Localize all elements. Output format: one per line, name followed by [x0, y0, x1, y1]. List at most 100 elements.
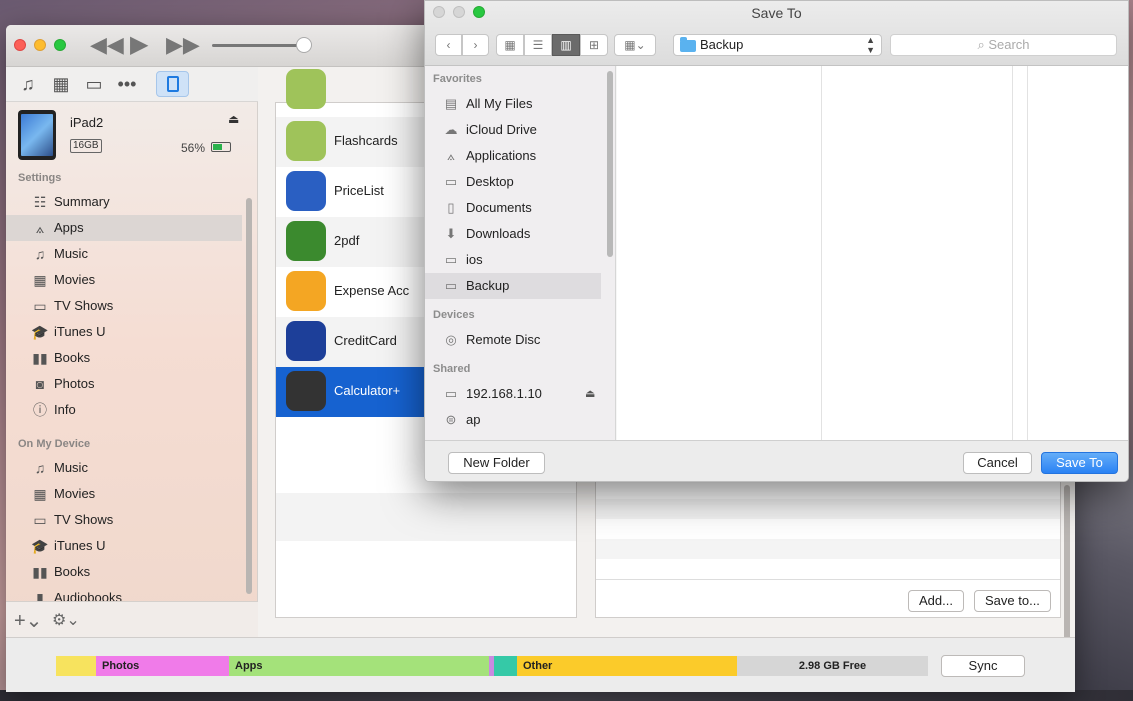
- new-folder-button[interactable]: New Folder: [448, 452, 545, 474]
- rewind-icon[interactable]: ◀◀: [90, 34, 124, 56]
- on-my-device-header: On My Device: [18, 438, 91, 450]
- volume-slider[interactable]: [212, 44, 304, 47]
- tv-icon: ▭: [33, 512, 47, 528]
- main-scrollbar[interactable]: [1064, 485, 1070, 655]
- save-to-button[interactable]: Save to...: [974, 590, 1051, 612]
- sidebar-item-label: Movies: [54, 272, 96, 287]
- sidebar-item-photos[interactable]: ◙ Photos: [6, 371, 242, 397]
- movies-icon[interactable]: ▦: [51, 74, 71, 94]
- play-icon[interactable]: ▶: [130, 33, 148, 57]
- column-view-icon[interactable]: ▥: [552, 34, 580, 56]
- app-name: 2pdf: [334, 233, 360, 248]
- storage-segment: Photos: [96, 656, 229, 676]
- dialog-sidebar-item-icloud-drive[interactable]: ☁ iCloud Drive: [425, 117, 601, 143]
- sync-button[interactable]: Sync: [941, 655, 1025, 677]
- folder-icon: ▭: [444, 278, 458, 293]
- sidebar-item-books[interactable]: ▮▮ Books: [6, 345, 242, 371]
- sidebar-item-itunes-u[interactable]: 🎓 iTunes U: [6, 319, 242, 345]
- eject-icon[interactable]: ⏏: [228, 112, 239, 126]
- volume-knob[interactable]: [296, 37, 312, 53]
- more-icon[interactable]: •••: [117, 74, 137, 94]
- search-field[interactable]: ⌕ Search: [890, 34, 1117, 56]
- dialog-sidebar-item-backup[interactable]: ▭ Backup: [425, 273, 601, 299]
- device-item-music[interactable]: ♫ Music: [6, 455, 242, 481]
- icon-view-icon[interactable]: ▦: [496, 34, 524, 56]
- movies-icon: ▦: [33, 486, 47, 502]
- sidebar-item-music[interactable]: ♫ Music: [6, 241, 242, 267]
- arrange-icon[interactable]: ▦⌄: [614, 34, 656, 56]
- sidebar-item-label: Apps: [54, 220, 84, 235]
- zoom-window-button[interactable]: [54, 39, 66, 51]
- browser-column[interactable]: [1013, 66, 1028, 440]
- list-view-icon[interactable]: ☰: [524, 34, 552, 56]
- dialog-sidebar-item-applications[interactable]: ⟑ Applications: [425, 143, 601, 169]
- app-name: Flashcards: [334, 133, 398, 148]
- search-icon: ⌕: [977, 37, 985, 52]
- dialog-sidebar-label: Downloads: [466, 226, 531, 241]
- cancel-button[interactable]: Cancel: [963, 452, 1032, 474]
- eject-icon[interactable]: ⏏: [585, 381, 595, 407]
- devices-header: Devices: [433, 309, 475, 321]
- search-placeholder: Search: [988, 37, 1030, 52]
- cover-flow-icon[interactable]: ⊞: [580, 34, 608, 56]
- sidebar-scrollbar[interactable]: [246, 198, 252, 594]
- row-stripe: [596, 499, 1060, 519]
- location-select[interactable]: Backup ▲ ▼: [673, 34, 882, 56]
- device-item-movies[interactable]: ▦ Movies: [6, 481, 242, 507]
- dialog-sidebar-item-all-my-files[interactable]: ▤ All My Files: [425, 91, 601, 117]
- minimize-window-button[interactable]: [34, 39, 46, 51]
- dialog-sidebar-label: ap: [466, 412, 481, 427]
- storage-segment: [494, 656, 517, 676]
- gear-icon[interactable]: ⚙⌄: [52, 610, 80, 630]
- sidebar-item-movies[interactable]: ▦ Movies: [6, 267, 242, 293]
- dialog-sidebar-item-downloads[interactable]: ⬇ Downloads: [425, 221, 601, 247]
- dialog-sidebar-item-desktop[interactable]: ▭ Desktop: [425, 169, 601, 195]
- location-label: Backup: [700, 37, 744, 52]
- sidebar-item-apps[interactable]: ⟑ Apps: [6, 215, 242, 241]
- music-note-icon[interactable]: ♫: [18, 74, 38, 94]
- dialog-sidebar-scrollbar[interactable]: [607, 71, 613, 257]
- dialog-sidebar-item-ap[interactable]: ⊜ ap: [425, 407, 601, 433]
- device-item-tv-shows[interactable]: ▭ TV Shows: [6, 507, 242, 533]
- back-icon[interactable]: ‹: [435, 34, 462, 56]
- dialog-sidebar-item-192-168-1-10[interactable]: ▭ 192.168.1.10 ⏏: [425, 381, 601, 407]
- dialog-sidebar-item-remote-disc[interactable]: ◎ Remote Disc: [425, 327, 601, 353]
- device-capacity: 16GB: [70, 139, 102, 153]
- device-item-label: Music: [54, 460, 88, 475]
- browser-column[interactable]: [617, 66, 822, 440]
- add-icon[interactable]: +⌄: [14, 608, 42, 633]
- save-button[interactable]: Save To: [1041, 452, 1118, 474]
- all-files-icon: ▤: [444, 96, 458, 111]
- sidebar-item-summary[interactable]: ☷ Summary: [6, 189, 242, 215]
- music-icon: ♫: [34, 460, 46, 476]
- info-icon: ⓘ: [33, 402, 47, 418]
- storage-segment: Other: [517, 656, 737, 676]
- sidebar-item-label: Info: [54, 402, 76, 417]
- itunes-u-icon: 🎓: [31, 538, 49, 554]
- column-browser[interactable]: [617, 66, 1128, 440]
- dialog-sidebar-label: iCloud Drive: [466, 122, 537, 137]
- add-file-button[interactable]: Add...: [908, 590, 964, 612]
- sidebar-item-info[interactable]: ⓘ Info: [6, 397, 242, 423]
- tv-icon: ▭: [33, 298, 47, 314]
- storage-segment: [56, 656, 96, 676]
- device-header[interactable]: iPad2 16GB 56% ⏏: [6, 102, 258, 164]
- dialog-sidebar-item-documents[interactable]: ▯ Documents: [425, 195, 601, 221]
- device-item-itunes-u[interactable]: 🎓 iTunes U: [6, 533, 242, 559]
- device-item-books[interactable]: ▮▮ Books: [6, 559, 242, 585]
- save-dialog: Save To ‹ › ▦ ☰ ▥ ⊞ ▦⌄ Backup ▲ ▼ ⌕ Searc…: [424, 0, 1129, 482]
- tv-icon[interactable]: ▭: [84, 74, 104, 94]
- device-button[interactable]: [156, 71, 189, 97]
- forward-icon[interactable]: ›: [462, 34, 489, 56]
- device-item-label: iTunes U: [54, 538, 106, 553]
- dialog-sidebar-item-ios[interactable]: ▭ ios: [425, 247, 601, 273]
- close-window-button[interactable]: [14, 39, 26, 51]
- app-icon: [286, 271, 326, 311]
- browser-column[interactable]: [822, 66, 1013, 440]
- fast-forward-icon[interactable]: ▶▶: [166, 34, 200, 56]
- sidebar-item-tv-shows[interactable]: ▭ TV Shows: [6, 293, 242, 319]
- chevron-updown-icon: ▲ ▼: [866, 35, 875, 55]
- device-name: iPad2: [70, 115, 104, 130]
- itunes-sidebar: iPad2 16GB 56% ⏏ Settings ☷ Summary ⟑ Apps ♫…: [6, 102, 258, 637]
- photos-icon: ◙: [35, 376, 45, 392]
